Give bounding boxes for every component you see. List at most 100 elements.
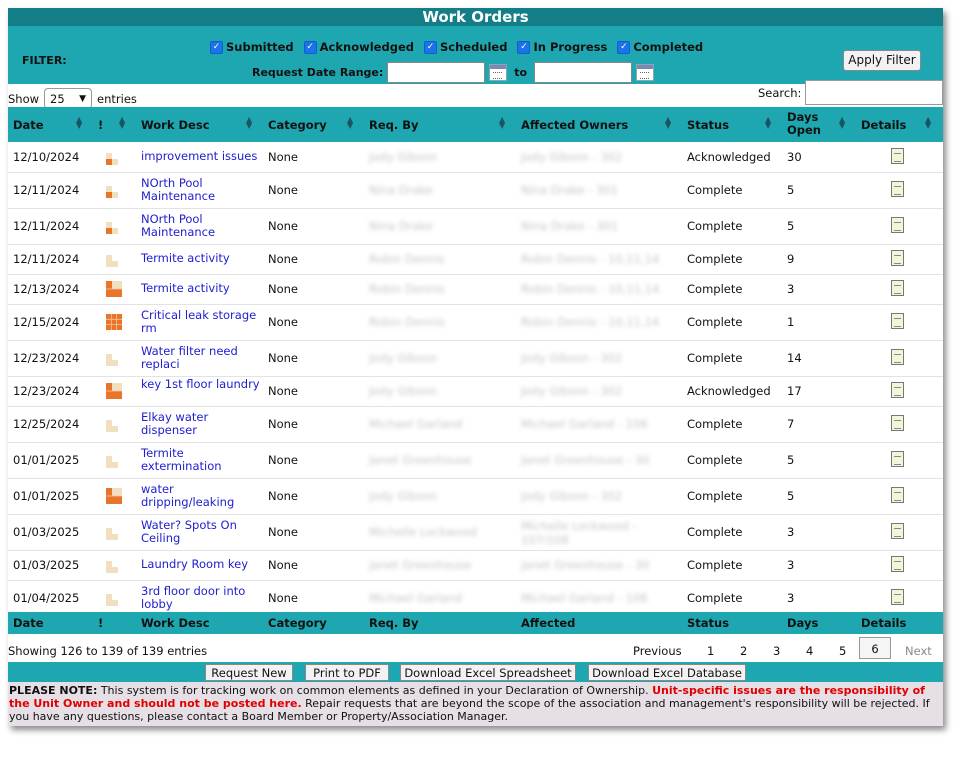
- details-document-icon[interactable]: [891, 181, 904, 197]
- pagination-page-3[interactable]: 3: [773, 644, 780, 658]
- column-header-priority[interactable]: !: [98, 118, 103, 132]
- details-document-icon[interactable]: [891, 313, 904, 329]
- entries-info: Showing 126 to 139 of 139 entries: [8, 644, 208, 658]
- row-category: None: [268, 252, 299, 266]
- checkbox-in-progress[interactable]: ✓ In Progress: [517, 40, 607, 54]
- checkbox-completed[interactable]: ✓ Completed: [617, 40, 703, 54]
- search-input[interactable]: [805, 80, 944, 105]
- work-desc-link[interactable]: water dripping/leaking: [141, 483, 261, 509]
- priority-medium-icon: [106, 383, 122, 399]
- details-document-icon[interactable]: [891, 280, 904, 296]
- row-status: Acknowledged: [687, 150, 771, 164]
- row-days-open: 5: [787, 453, 795, 467]
- checkbox-acknowledged[interactable]: ✓ Acknowledged: [303, 40, 414, 54]
- pagination-previous[interactable]: Previous: [633, 644, 682, 658]
- apply-filter-button[interactable]: Apply Filter: [843, 50, 921, 71]
- checkmark-icon: ✓: [617, 40, 631, 54]
- row-category: None: [268, 417, 299, 431]
- details-document-icon[interactable]: [891, 589, 904, 605]
- calendar-icon[interactable]: [636, 64, 655, 81]
- column-header-category[interactable]: Category: [268, 118, 327, 132]
- priority-none-icon: [106, 557, 122, 573]
- calendar-icon[interactable]: [489, 64, 508, 81]
- row-status: Complete: [687, 525, 743, 539]
- column-header-details[interactable]: Details: [861, 118, 906, 132]
- column-header-work-desc[interactable]: Work Desc: [141, 118, 210, 132]
- row-requested-by: Michael Garland: [369, 417, 463, 431]
- row-date: 12/11/2024: [13, 219, 80, 233]
- details-document-icon[interactable]: [891, 415, 904, 431]
- column-header-days-open[interactable]: Days Open: [787, 111, 823, 137]
- pagination-next[interactable]: Next: [905, 644, 932, 658]
- pagination-page-1[interactable]: 1: [707, 644, 714, 658]
- row-requested-by: Robin Dennis: [369, 252, 445, 266]
- footer-days: Days: [787, 616, 819, 630]
- priority-none-icon: [106, 350, 122, 366]
- work-desc-link[interactable]: Elkay water dispenser: [141, 411, 261, 437]
- column-header-status[interactable]: Status: [687, 118, 729, 132]
- work-desc-link[interactable]: Termite extermination: [141, 447, 261, 473]
- row-date: 12/25/2024: [13, 417, 80, 431]
- row-category: None: [268, 384, 299, 398]
- pagination-page-2[interactable]: 2: [740, 644, 747, 658]
- checkbox-scheduled[interactable]: ✓ Scheduled: [423, 40, 507, 54]
- search-control: Search:: [758, 80, 944, 105]
- details-document-icon[interactable]: [891, 451, 904, 467]
- work-desc-link[interactable]: Water filter need replaci: [141, 345, 261, 371]
- row-requested-by: Nina Drake: [369, 219, 433, 233]
- details-document-icon[interactable]: [891, 250, 904, 266]
- footer-date: Date: [13, 616, 44, 630]
- notice-lead: PLEASE NOTE:: [9, 684, 98, 697]
- row-requested-by: Jody Gibson: [369, 150, 437, 164]
- column-header-req-by[interactable]: Req. By: [369, 118, 419, 132]
- details-document-icon[interactable]: [891, 349, 904, 365]
- table-row: 12/23/2024 key 1st floor laundry None Jody …: [8, 376, 943, 407]
- column-header-date[interactable]: Date: [13, 118, 44, 132]
- work-desc-link[interactable]: Termite activity: [141, 282, 261, 295]
- row-category: None: [268, 591, 299, 605]
- work-desc-link[interactable]: 3rd floor door into lobby: [141, 585, 261, 611]
- priority-none-icon: [106, 251, 122, 267]
- work-desc-link[interactable]: improvement issues: [141, 150, 261, 163]
- details-document-icon[interactable]: [891, 556, 904, 572]
- details-document-icon[interactable]: [891, 148, 904, 164]
- to-label: to: [514, 66, 528, 79]
- details-document-icon[interactable]: [891, 487, 904, 503]
- column-header-affected-owners[interactable]: Affected Owners: [521, 118, 628, 132]
- table-row: 12/11/2024 Termite activity None Robin Denn…: [8, 244, 943, 275]
- details-document-icon[interactable]: [891, 217, 904, 233]
- details-document-icon[interactable]: [891, 523, 904, 539]
- work-desc-link[interactable]: Critical leak storage rm: [141, 309, 261, 335]
- details-document-icon[interactable]: [891, 382, 904, 398]
- work-desc-link[interactable]: NOrth Pool Maintenance: [141, 213, 261, 239]
- work-desc-link[interactable]: Termite activity: [141, 252, 261, 265]
- pagination-page-6-current[interactable]: 6: [859, 637, 891, 659]
- entries-select[interactable]: 25 ▼: [44, 88, 93, 109]
- work-desc-link[interactable]: NOrth Pool Maintenance: [141, 177, 261, 203]
- entries-label: entries: [97, 91, 137, 106]
- download-excel-spreadsheet-button[interactable]: Download Excel Spreadsheet: [400, 664, 576, 681]
- work-desc-link[interactable]: Water? Spots On Ceiling: [141, 519, 261, 545]
- download-excel-database-button[interactable]: Download Excel Database: [588, 664, 746, 681]
- row-requested-by: Jody Gibson: [369, 351, 437, 365]
- row-date: 01/03/2025: [13, 525, 80, 539]
- print-to-pdf-button[interactable]: Print to PDF: [305, 664, 389, 681]
- row-date: 12/23/2024: [13, 351, 80, 365]
- row-category: None: [268, 219, 299, 233]
- work-desc-link[interactable]: key 1st floor laundry: [141, 378, 261, 391]
- work-orders-panel: Work Orders FILTER: ✓ Submitted ✓ Acknowle…: [8, 8, 944, 726]
- start-date-input[interactable]: [387, 62, 486, 83]
- row-days-open: 30: [787, 150, 802, 164]
- filter-label: FILTER:: [22, 54, 67, 67]
- row-status: Complete: [687, 315, 743, 329]
- row-category: None: [268, 282, 299, 296]
- work-desc-link[interactable]: Laundry Room key: [141, 558, 261, 571]
- end-date-input[interactable]: [534, 62, 633, 83]
- row-status: Complete: [687, 417, 743, 431]
- request-new-button[interactable]: Request New: [205, 664, 293, 681]
- row-date: 12/13/2024: [13, 282, 80, 296]
- pagination-page-4[interactable]: 4: [806, 644, 813, 658]
- row-affected-owners: Michael Garland - 106: [521, 591, 648, 605]
- checkbox-submitted[interactable]: ✓ Submitted: [210, 40, 294, 54]
- pagination-page-5[interactable]: 5: [839, 644, 846, 658]
